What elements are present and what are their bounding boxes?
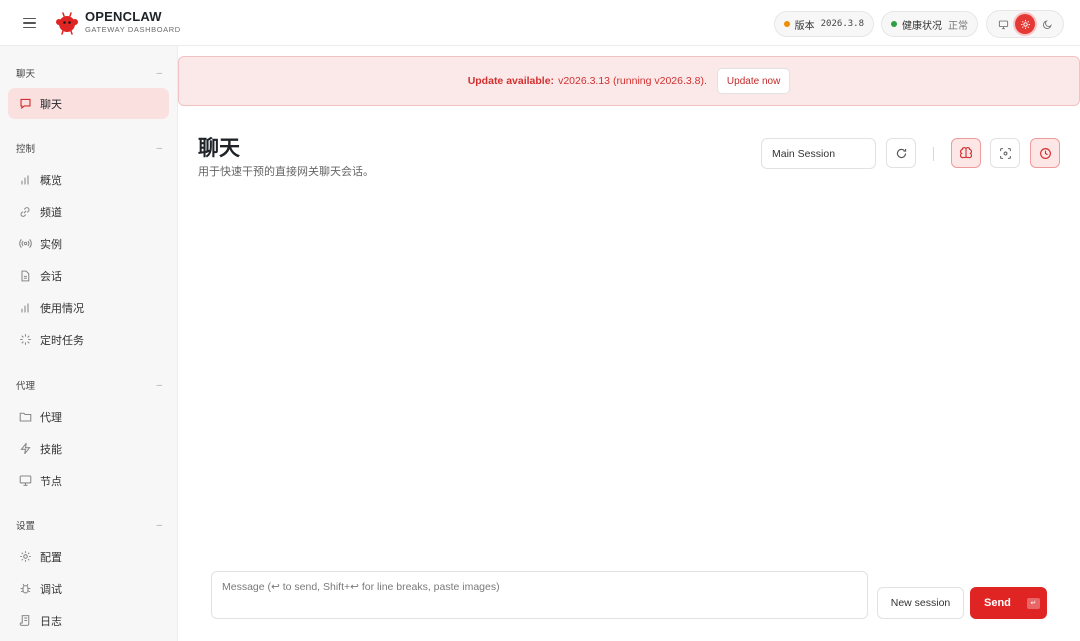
radio-icon xyxy=(18,239,32,248)
sidebar-item-channels[interactable]: 频道 xyxy=(8,196,169,227)
refresh-button[interactable] xyxy=(886,138,916,168)
brand: OPENCLAW GATEWAY DASHBOARD xyxy=(85,10,181,35)
light-theme-button[interactable] xyxy=(1015,14,1035,34)
collapse-icon[interactable]: – xyxy=(156,520,162,531)
update-banner: Update available: v2026.3.13 (running v2… xyxy=(178,56,1080,106)
sidebar-item-debug[interactable]: 调试 xyxy=(8,573,169,604)
sidebar-item-label: 配置 xyxy=(40,551,62,564)
version-value: 2026.3.8 xyxy=(820,19,864,29)
update-banner-prefix: Update available: xyxy=(467,75,555,87)
sidebar-item-label: 日志 xyxy=(40,615,62,628)
page-subtitle: 用于快速干预的直接网关聊天会话。 xyxy=(198,166,374,178)
top-bar: OPENCLAW GATEWAY DASHBOARD 版本 2026.3.8 健… xyxy=(0,0,1080,46)
sidebar-item-nodes[interactable]: 节点 xyxy=(8,465,169,496)
health-label: 健康状况 xyxy=(902,20,942,32)
moon-icon xyxy=(1042,19,1052,29)
toolbar-divider xyxy=(933,147,934,161)
sidebar-item-label: 节点 xyxy=(40,475,62,488)
sidebar-item-label: 频道 xyxy=(40,206,62,219)
sidebar-item-label: 实例 xyxy=(40,238,62,251)
sidebar-item-logs[interactable]: 日志 xyxy=(8,605,169,636)
sidebar-item-label: 使用情况 xyxy=(40,302,84,315)
bug-icon xyxy=(20,583,30,594)
send-button[interactable]: Send ↵ xyxy=(970,587,1047,619)
page-title: 聊天 xyxy=(198,137,240,160)
sidebar-group-label: 控制 xyxy=(16,144,36,155)
brain-icon xyxy=(959,147,973,159)
monitor-icon xyxy=(19,475,31,486)
version-pill: 版本 2026.3.8 xyxy=(773,11,874,37)
collapse-icon[interactable]: – xyxy=(156,68,162,79)
message-input[interactable] xyxy=(222,581,857,609)
sidebar-item-label: 会话 xyxy=(40,270,62,283)
collapse-icon[interactable]: – xyxy=(156,380,162,391)
folder-icon xyxy=(19,412,31,422)
sidebar-item-chat[interactable]: 聊天 xyxy=(8,88,169,119)
sidebar-group-label: 设置 xyxy=(16,521,36,532)
scroll-icon xyxy=(19,615,29,626)
sidebar-group-label: 聊天 xyxy=(16,69,36,80)
refresh-icon xyxy=(896,148,906,158)
sidebar-item-label: 聊天 xyxy=(40,98,62,111)
collapse-icon[interactable]: – xyxy=(156,143,162,154)
message-icon xyxy=(19,98,31,110)
sidebar-item-label: 代理 xyxy=(40,411,62,424)
brand-title: OPENCLAW xyxy=(85,9,162,24)
version-status-dot xyxy=(783,21,790,27)
sidebar-group-label: 代理 xyxy=(16,381,36,392)
sidebar-item-overview[interactable]: 概览 xyxy=(8,164,169,195)
focus-mode-button[interactable] xyxy=(990,138,1020,168)
bar-chart-icon xyxy=(21,175,29,184)
monitor-icon xyxy=(998,20,1008,29)
link-icon xyxy=(20,206,30,217)
new-session-button[interactable]: New session xyxy=(877,587,964,619)
bar-chart-icon xyxy=(21,303,29,312)
health-status-dot xyxy=(891,21,897,27)
zap-icon xyxy=(19,442,31,455)
thinking-toggle-button[interactable] xyxy=(951,138,981,168)
sidebar-group-agents[interactable]: 代理 – xyxy=(16,378,162,393)
sidebar-item-agents[interactable]: 代理 xyxy=(8,401,169,432)
session-select[interactable]: Main Session xyxy=(761,138,876,169)
sidebar-item-config[interactable]: 配置 xyxy=(8,541,169,572)
dark-theme-button[interactable] xyxy=(1037,14,1057,34)
update-now-button[interactable]: Update now xyxy=(716,68,791,94)
health-value: 正常 xyxy=(948,20,968,32)
menu-icon[interactable] xyxy=(23,17,39,29)
clock-icon xyxy=(1039,147,1051,159)
gear-icon xyxy=(19,551,31,562)
brand-subtitle: GATEWAY DASHBOARD xyxy=(85,25,181,34)
sidebar-item-skills[interactable]: 技能 xyxy=(8,433,169,464)
version-label: 版本 xyxy=(794,20,815,32)
sidebar-item-label: 技能 xyxy=(40,443,62,456)
sidebar: 聊天 – 聊天 控制 – 概览 频道 实例 会话 使用情况 定时任务 代理 – xyxy=(0,46,178,641)
sidebar-item-label: 概览 xyxy=(40,174,62,187)
sidebar-item-instances[interactable]: 实例 xyxy=(8,228,169,259)
sidebar-group-control[interactable]: 控制 – xyxy=(16,141,162,156)
focus-icon xyxy=(999,147,1011,159)
history-button[interactable] xyxy=(1030,138,1060,168)
sidebar-item-scheduled-tasks[interactable]: 定时任务 xyxy=(8,324,169,355)
sidebar-item-label: 定时任务 xyxy=(40,334,84,347)
update-banner-message: v2026.3.13 (running v2026.3.8). xyxy=(558,75,707,87)
system-theme-button[interactable] xyxy=(993,14,1013,34)
sun-icon xyxy=(1020,19,1030,29)
health-pill: 健康状况 正常 xyxy=(881,11,978,37)
sidebar-group-chat[interactable]: 聊天 – xyxy=(16,66,162,81)
sidebar-item-sessions[interactable]: 会话 xyxy=(8,260,169,291)
theme-switcher xyxy=(986,10,1064,38)
sidebar-group-settings[interactable]: 设置 – xyxy=(16,518,162,533)
sidebar-item-label: 调试 xyxy=(40,583,62,596)
loader-icon xyxy=(19,334,31,345)
main-content: Update available: v2026.3.13 (running v2… xyxy=(178,46,1080,641)
header-status: 版本 2026.3.8 健康状况 正常 xyxy=(767,10,1064,38)
send-button-label: Send xyxy=(984,597,1011,609)
enter-key-icon: ↵ xyxy=(1026,597,1040,609)
sidebar-item-usage[interactable]: 使用情况 xyxy=(8,292,169,323)
openclaw-logo xyxy=(56,11,78,35)
file-icon xyxy=(21,270,30,281)
message-composer[interactable] xyxy=(211,571,868,619)
